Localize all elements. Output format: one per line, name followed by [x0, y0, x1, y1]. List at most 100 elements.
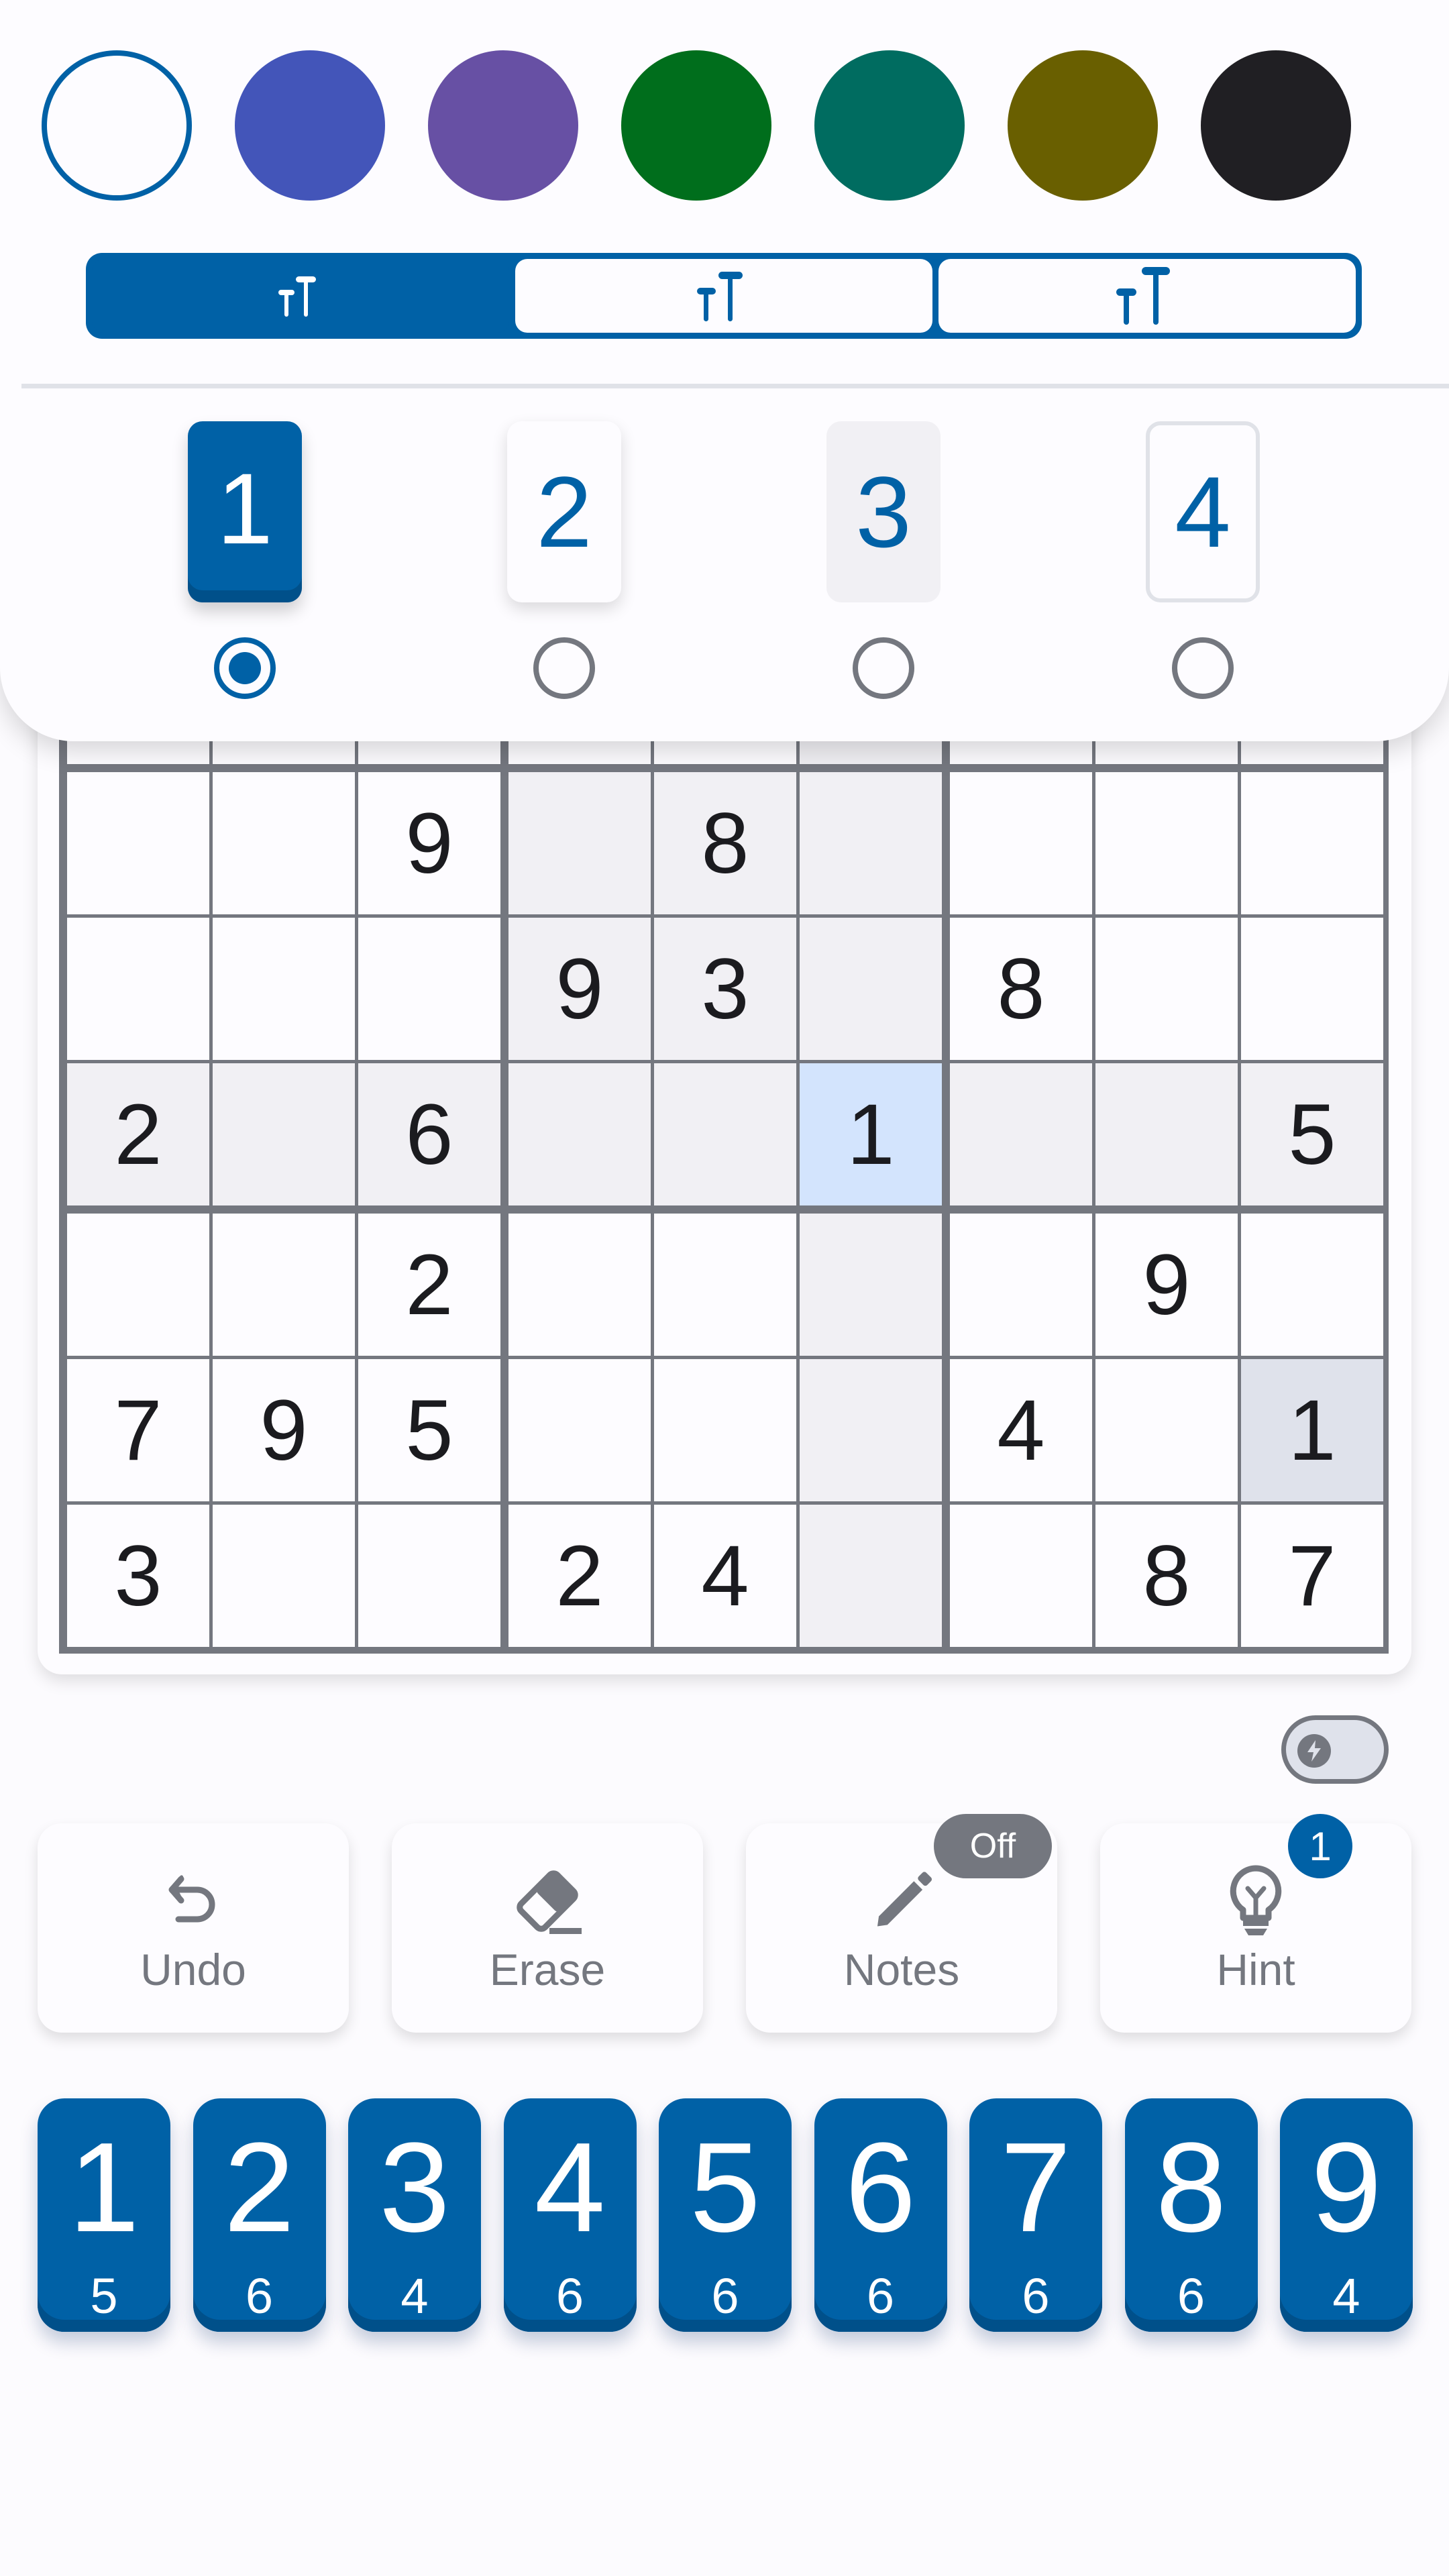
color-swatch-black[interactable]: [1201, 50, 1351, 201]
number-style-radio-2[interactable]: [533, 637, 595, 699]
hint-label: Hint: [1216, 1945, 1295, 1994]
board-cell-r6c8[interactable]: [1095, 1063, 1238, 1205]
hint-button[interactable]: Hint: [1100, 1823, 1411, 2033]
board-cell-r9c7[interactable]: [950, 1505, 1092, 1647]
numpad-key-1[interactable]: 15: [38, 2098, 170, 2332]
board-cell-r4c4[interactable]: [508, 772, 651, 914]
color-swatch-default[interactable]: [42, 50, 192, 201]
board-cell-r7c7[interactable]: [950, 1214, 1092, 1356]
numpad-key-7[interactable]: 76: [969, 2098, 1102, 2332]
board-cell-r8c4[interactable]: [508, 1359, 651, 1501]
board-cell-r5c8[interactable]: [1095, 918, 1238, 1060]
board-cell-r6c2[interactable]: [213, 1063, 355, 1205]
number-style-radio-4[interactable]: [1172, 637, 1234, 699]
board-cell-r6c6[interactable]: 1: [800, 1063, 942, 1205]
number-style-option-4[interactable]: 4: [1146, 421, 1260, 602]
board-cell-r6c4[interactable]: [508, 1063, 651, 1205]
board-cell-r5c4[interactable]: 9: [508, 918, 651, 1060]
board-cell-r4c8[interactable]: [1095, 772, 1238, 914]
numpad-key-6[interactable]: 66: [814, 2098, 947, 2332]
board-cell-r7c5[interactable]: [654, 1214, 796, 1356]
board-cell-r8c8[interactable]: [1095, 1359, 1238, 1501]
lightbulb-icon: [1230, 1865, 1282, 1935]
board-cell-r9c8[interactable]: 8: [1095, 1505, 1238, 1647]
board-cell-r7c8[interactable]: 9: [1095, 1214, 1238, 1356]
board-cell-r4c7[interactable]: [950, 772, 1092, 914]
board-cell-r8c6[interactable]: [800, 1359, 942, 1501]
board-cell-r6c9[interactable]: 5: [1241, 1063, 1383, 1205]
numpad-digit: 2: [223, 2116, 295, 2259]
toggle-knob: [1297, 1734, 1331, 1768]
numpad-key-4[interactable]: 46: [503, 2098, 637, 2332]
board-cell-r4c3[interactable]: 9: [358, 772, 500, 914]
board-cell-r9c4[interactable]: 2: [508, 1505, 651, 1647]
board-cell-r8c3[interactable]: 5: [358, 1359, 500, 1501]
board-cell-r7c3[interactable]: 2: [358, 1214, 500, 1356]
color-swatch-indigo[interactable]: [235, 50, 385, 201]
board-cell-r8c9[interactable]: 1: [1241, 1359, 1383, 1501]
board-cell-r5c7[interactable]: 8: [950, 918, 1092, 1060]
number-style-option-1[interactable]: 1: [188, 421, 302, 602]
board-cell-r6c5[interactable]: [654, 1063, 796, 1205]
board-cell-r6c3[interactable]: 6: [358, 1063, 500, 1205]
board-cell-r6c7[interactable]: [950, 1063, 1092, 1205]
numpad-digit: 3: [379, 2116, 450, 2259]
board-cell-r9c9[interactable]: 7: [1241, 1505, 1383, 1647]
board-cell-r8c1[interactable]: 7: [67, 1359, 209, 1501]
font-size-small-option[interactable]: [92, 259, 509, 333]
fast-mode-toggle[interactable]: [1281, 1715, 1389, 1784]
number-style-radio-1[interactable]: [214, 637, 276, 699]
board-cell-r5c5[interactable]: 3: [654, 918, 796, 1060]
sudoku-board: 989382615297954132487: [59, 622, 1389, 1654]
color-swatch-green[interactable]: [621, 50, 771, 201]
numpad-remaining-count: 6: [245, 2268, 274, 2324]
numpad-key-8[interactable]: 86: [1124, 2098, 1258, 2332]
board-cell-r7c6[interactable]: [800, 1214, 942, 1356]
notes-label: Notes: [843, 1945, 960, 1994]
board-cell-r5c1[interactable]: [67, 918, 209, 1060]
board-cell-r8c2[interactable]: 9: [213, 1359, 355, 1501]
erase-button[interactable]: Erase: [392, 1823, 703, 2033]
font-size-large-option[interactable]: [938, 259, 1356, 333]
board-cell-r9c6[interactable]: [800, 1505, 942, 1647]
text-size-large-icon: [1116, 267, 1170, 325]
board-cell-r4c9[interactable]: [1241, 772, 1383, 914]
board-cell-r5c9[interactable]: [1241, 918, 1383, 1060]
board-cell-r4c2[interactable]: [213, 772, 355, 914]
board-cell-r5c2[interactable]: [213, 918, 355, 1060]
board-cell-r4c6[interactable]: [800, 772, 942, 914]
board-cell-r5c6[interactable]: [800, 918, 942, 1060]
pencil-icon: [877, 1872, 932, 1927]
board-cell-r7c2[interactable]: [213, 1214, 355, 1356]
color-swatch-purple[interactable]: [428, 50, 578, 201]
numpad-remaining-count: 6: [555, 2268, 584, 2324]
numpad-key-2[interactable]: 26: [193, 2098, 326, 2332]
number-style-option-3[interactable]: 3: [826, 421, 941, 602]
numpad-key-5[interactable]: 56: [659, 2098, 792, 2332]
color-swatch-teal[interactable]: [814, 50, 965, 201]
board-cell-r6c1[interactable]: 2: [67, 1063, 209, 1205]
color-swatch-olive[interactable]: [1008, 50, 1158, 201]
board-cell-r8c5[interactable]: [654, 1359, 796, 1501]
board-cell-r9c5[interactable]: 4: [654, 1505, 796, 1647]
number-style-radio-3[interactable]: [853, 637, 914, 699]
numpad-key-3[interactable]: 34: [348, 2098, 481, 2332]
board-cell-r8c7[interactable]: 4: [950, 1359, 1092, 1501]
undo-button[interactable]: Undo: [38, 1823, 349, 2033]
numpad-remaining-count: 6: [711, 2268, 739, 2324]
board-cell-r7c9[interactable]: [1241, 1214, 1383, 1356]
number-style-option-2[interactable]: 2: [507, 421, 621, 602]
panel-divider: [21, 384, 1449, 388]
board-cell-r4c5[interactable]: 8: [654, 772, 796, 914]
numpad-key-9[interactable]: 94: [1280, 2098, 1413, 2332]
board-cell-r9c2[interactable]: [213, 1505, 355, 1647]
board-cell-r5c3[interactable]: [358, 918, 500, 1060]
font-size-medium-option[interactable]: [515, 259, 932, 333]
board-cell-r9c1[interactable]: 3: [67, 1505, 209, 1647]
board-cell-r4c1[interactable]: [67, 772, 209, 914]
board-cell-r7c1[interactable]: [67, 1214, 209, 1356]
board-cell-r7c4[interactable]: [508, 1214, 651, 1356]
board-cell-r9c3[interactable]: [358, 1505, 500, 1647]
numpad-remaining-count: 5: [90, 2268, 118, 2324]
numpad-digit: 4: [534, 2116, 606, 2259]
